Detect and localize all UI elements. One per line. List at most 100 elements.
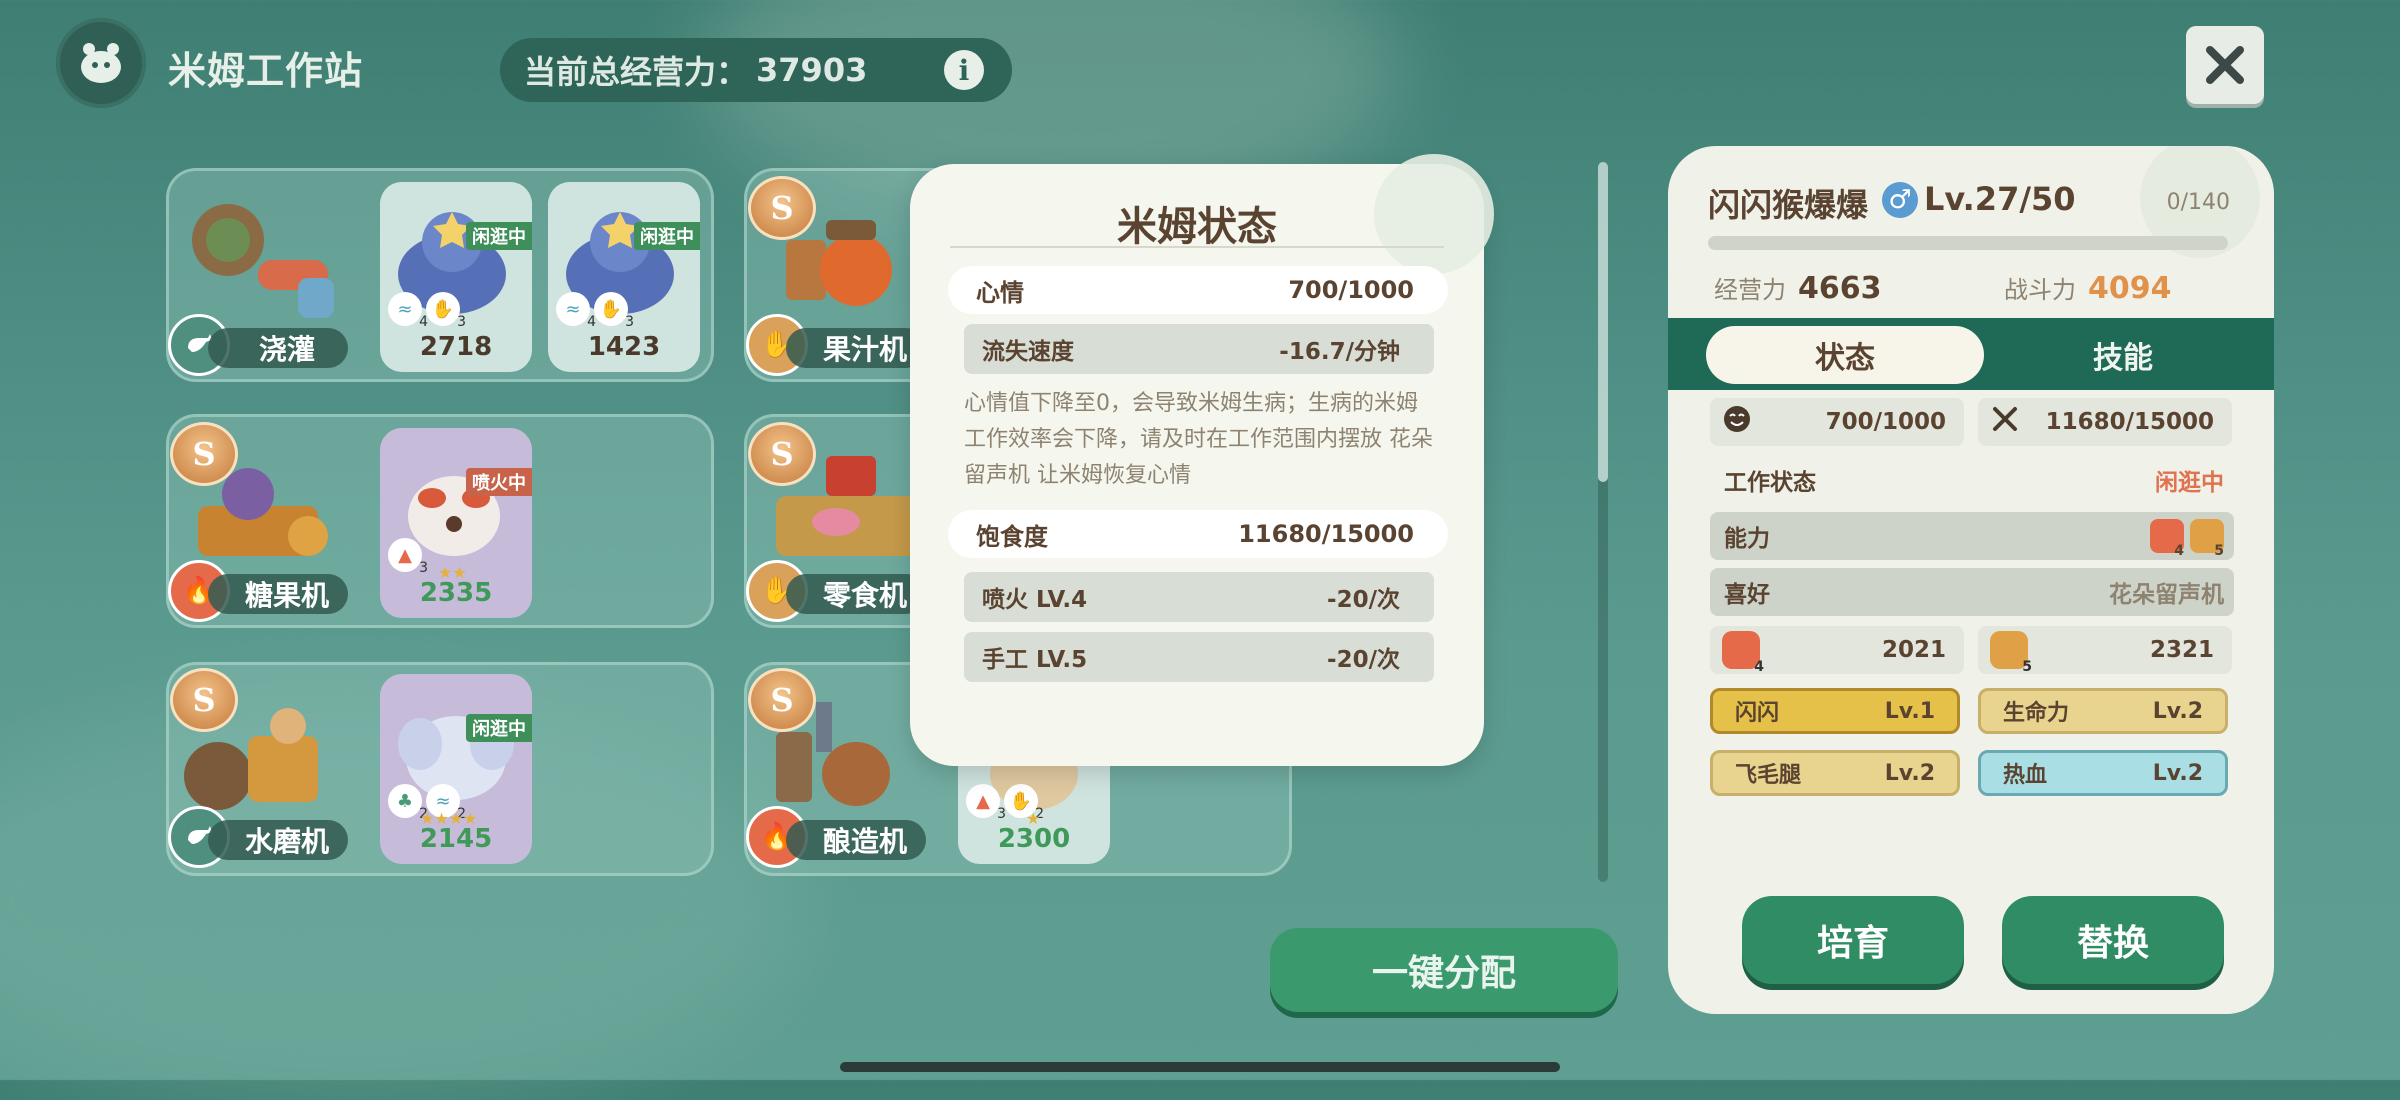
- hand-icon: 5: [1990, 631, 2032, 675]
- skill-cost-label: 喷火 LV.4: [982, 587, 1088, 613]
- fork-knife-icon: [1990, 404, 2020, 440]
- pet-power-value: 2335: [419, 578, 493, 608]
- power-value: 37903: [756, 51, 868, 89]
- monster-head-icon: [81, 43, 121, 83]
- watermill-machine-image: [184, 708, 318, 810]
- loss-speed-value: -16.7/分钟: [1279, 339, 1400, 365]
- mood-label: 心情: [976, 278, 1024, 307]
- ability-icons: ≈4 ✋ 3: [388, 292, 466, 330]
- business-label: 经营力: [1714, 276, 1786, 304]
- trait-name: 生命力: [2003, 701, 2070, 726]
- work-state-row: 工作状态 闲逛中: [1710, 456, 2234, 504]
- machine-juicer[interactable]: S ✋ 果汁机: [746, 176, 936, 376]
- fire-skill-value: 2021: [1881, 637, 1946, 663]
- trait-pill[interactable]: 生命力 Lv.2: [1978, 688, 2228, 734]
- machine-label: 酿造机: [786, 820, 926, 860]
- water-icon: ≈4: [388, 292, 428, 330]
- machine-brewery[interactable]: S 🔥 酿造机: [746, 668, 936, 868]
- station-logo: [56, 18, 146, 108]
- pet-card[interactable]: 喷火中 ▲ 3 ★★ 2335: [380, 428, 532, 618]
- pet-power-value: 2145: [419, 824, 493, 854]
- pet-card[interactable]: 闲逛中 ≈4 ✋ 3 2718: [380, 182, 532, 372]
- machine-watering[interactable]: 浇灌: [168, 176, 358, 376]
- satiety-value: 11680/15000: [1238, 520, 1414, 548]
- scrollbar-thumb[interactable]: [1598, 162, 1608, 482]
- divider: [950, 246, 1444, 248]
- trait-name: 闪闪: [1735, 701, 1780, 726]
- trait-level: Lv.2: [2152, 698, 2203, 724]
- trait-name: 飞毛腿: [1735, 763, 1802, 788]
- pet-name: 闪闪猴爆爆: [1708, 186, 1869, 224]
- mood-row: 心情 700/1000: [948, 266, 1448, 314]
- pet-level: Lv.27/50: [1924, 180, 2076, 218]
- mood-value: 700/1000: [1288, 276, 1414, 304]
- food-stat: 11680/15000: [1978, 398, 2232, 446]
- candy-machine-image: [198, 468, 328, 556]
- hand-icon: 5: [2190, 519, 2224, 559]
- pet-power-value: 1423: [587, 332, 661, 362]
- machine-label: 糖果机: [208, 574, 348, 614]
- machine-label: 浇灌: [208, 328, 348, 368]
- exp-text: 0/140: [2166, 190, 2230, 215]
- fire-icon: 4: [1722, 631, 1764, 675]
- ability-icons: 4 5: [2150, 519, 2224, 559]
- hobby-value: 花朵留声机: [2109, 582, 2224, 608]
- hobby-row: 喜好 花朵留声机: [1710, 568, 2234, 616]
- skill-cost-value: -20/次: [1327, 647, 1400, 673]
- mim-status-popup: 米姆状态 心情 700/1000 流失速度 -16.7/分钟 心情值下降至0，会…: [910, 154, 1494, 766]
- machine-label: 水磨机: [208, 820, 348, 860]
- machine-label: 零食机: [786, 574, 926, 614]
- brewery-machine-image: [776, 702, 890, 806]
- home-indicator[interactable]: [840, 1062, 1560, 1072]
- trait-level: Lv.1: [1884, 698, 1935, 724]
- pet-card[interactable]: 闲逛中 ≈4 ✋ 3 1423: [548, 182, 700, 372]
- auto-assign-button[interactable]: 一键分配: [1270, 928, 1618, 1012]
- skill-cost-row: 手工 LV.5 -20/次: [964, 632, 1434, 682]
- status-badge: 喷火中: [466, 468, 532, 496]
- pet-power-value: 2718: [419, 332, 493, 362]
- work-state-label: 工作状态: [1724, 470, 1816, 496]
- pet-card[interactable]: 闲逛中 ♣ 2 ≈2 ★★★★ 2145: [380, 674, 532, 864]
- exp-progress-bar: [1708, 236, 2228, 250]
- tab-skills[interactable]: 技能: [1998, 326, 2248, 384]
- train-button[interactable]: 培育: [1742, 896, 1964, 984]
- power-label: 当前总经营力：: [524, 53, 749, 91]
- satiety-label: 饱食度: [976, 522, 1048, 551]
- mood-stat: 700/1000: [1710, 398, 1964, 446]
- hand-icon: ✋ 3: [426, 292, 466, 330]
- juicer-machine-image: [786, 220, 892, 306]
- water-icon: ≈4: [556, 292, 596, 330]
- pet-detail-panel: 闪闪猴爆爆 ♂ Lv.27/50 0/140 经营力 4663 战斗力 4094 状…: [1668, 146, 2274, 1014]
- leaf-icon: ♣ 2: [388, 784, 428, 822]
- fire-icon: ▲ 3: [388, 538, 428, 576]
- mood-description: 心情值下降至0，会导致米姆生病；生病的米姆工作效率会下降，请及时在工作范围内摆放…: [964, 391, 1433, 488]
- ability-icons: ▲ 3: [388, 538, 428, 576]
- replace-button[interactable]: 替换: [2002, 896, 2224, 984]
- tab-status[interactable]: 状态: [1706, 326, 1984, 384]
- machine-candy[interactable]: S 🔥 糖果机: [168, 422, 358, 622]
- loss-speed-row: 流失速度 -16.7/分钟: [964, 324, 1434, 374]
- popup-title: 米姆状态: [1117, 204, 1277, 250]
- trait-pill[interactable]: 飞毛腿 Lv.2: [1710, 750, 1960, 796]
- food-value: 11680/15000: [2045, 409, 2214, 435]
- info-icon[interactable]: i: [944, 50, 984, 90]
- combat-label: 战斗力: [2004, 276, 2076, 304]
- watering-machine-image: [192, 204, 334, 318]
- trait-pill[interactable]: 闪闪 Lv.1: [1710, 688, 1960, 734]
- business-value: 4663: [1798, 271, 1882, 306]
- trait-pill[interactable]: 热血 Lv.2: [1978, 750, 2228, 796]
- hobby-label: 喜好: [1724, 582, 1770, 608]
- combat-value: 4094: [2088, 271, 2172, 306]
- snack-machine-image: [776, 456, 916, 556]
- trait-level: Lv.2: [1884, 760, 1935, 786]
- close-button[interactable]: [2186, 26, 2264, 104]
- machine-label: 果汁机: [786, 328, 926, 368]
- status-badge: 闲逛中: [466, 222, 532, 250]
- combat-power: 战斗力 4094: [2004, 270, 2172, 306]
- list-scrollbar[interactable]: [1598, 162, 1608, 882]
- hand-skill-value: 2321: [2149, 637, 2214, 663]
- trait-name: 热血: [2003, 763, 2048, 788]
- machine-watermill[interactable]: S 水磨机: [168, 668, 358, 868]
- machine-snack[interactable]: S ✋ 零食机: [746, 422, 936, 622]
- ability-icons: ≈4 ✋ 3: [556, 292, 634, 330]
